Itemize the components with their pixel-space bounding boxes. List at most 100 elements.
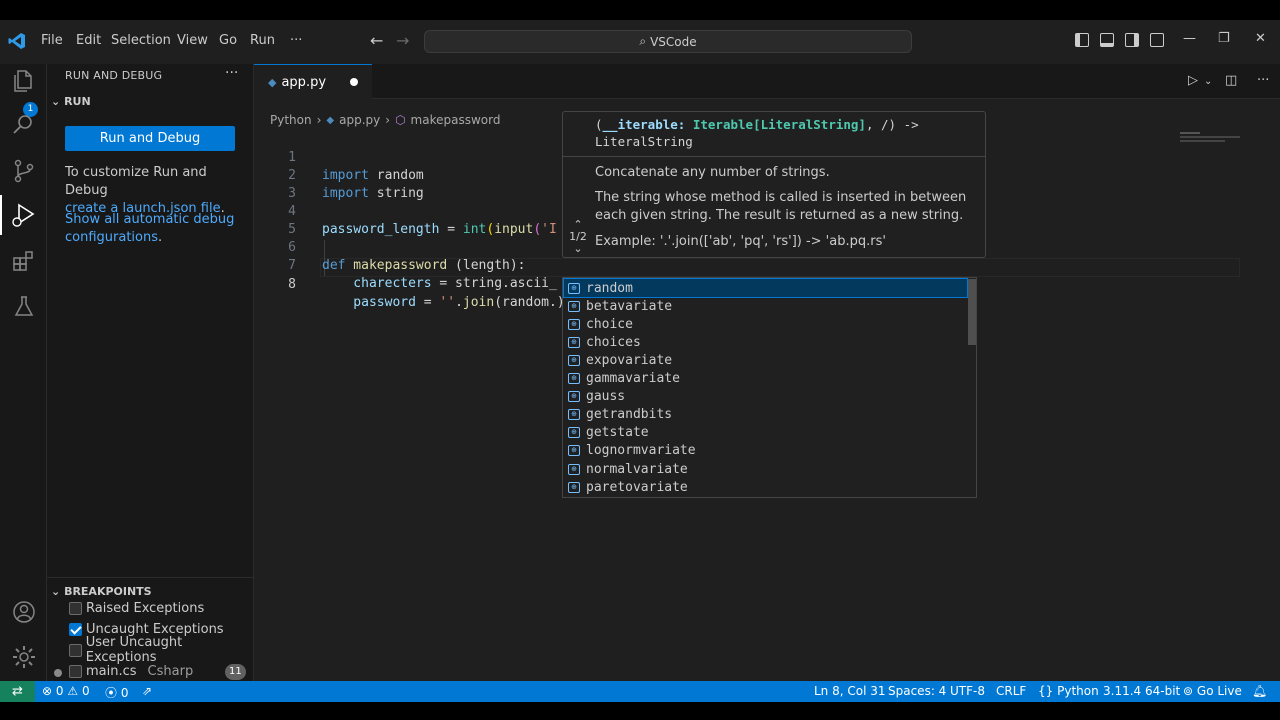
breakpoints-header[interactable]: ⌄ BREAKPOINTS (51, 585, 152, 598)
run-and-debug-button[interactable]: Run and Debug (65, 126, 235, 151)
auto-debug-suffix: . (158, 230, 163, 245)
breakpoint-raised-exceptions[interactable]: Raised Exceptions (69, 598, 204, 618)
variable-symbol-icon: ⊕ (568, 300, 580, 312)
breadcrumb-makepassword[interactable]: makepassword (411, 113, 501, 127)
suggestion-item[interactable]: ⊕ normalvariate (564, 460, 967, 478)
command-center-search[interactable]: ⌕ VSCode (424, 30, 912, 53)
end-of-line[interactable]: CRLF (996, 684, 1026, 698)
title-bar: File Edit Selection View Go Run ··· ← → … (0, 20, 1280, 64)
extensions-icon[interactable] (11, 248, 37, 274)
more-actions-button[interactable]: ··· (225, 65, 238, 81)
minimize-button[interactable]: — (1183, 31, 1196, 46)
menu-go[interactable]: Go (219, 33, 237, 48)
source-control-icon[interactable] (11, 158, 37, 184)
python-file-icon: ◆ (268, 75, 277, 89)
suggestion-item[interactable]: ⊕ expovariate (564, 351, 967, 369)
error-count: 0 (55, 684, 64, 698)
testing-flask-icon[interactable] (11, 294, 37, 320)
code-token: (random.) (494, 295, 565, 310)
raised-exceptions-checkbox[interactable] (69, 601, 82, 615)
minimap[interactable] (1180, 136, 1240, 138)
menu-selection[interactable]: Selection (111, 33, 171, 48)
explorer-files-icon[interactable] (11, 68, 37, 94)
suggestion-item[interactable]: ⊕ choice (564, 315, 967, 333)
variable-symbol-icon: ⊕ (568, 445, 580, 457)
breakpoint-dot-icon[interactable] (54, 669, 62, 677)
suggestion-item[interactable]: ⊕ getrandbits (564, 406, 967, 424)
suggestion-item[interactable]: ⊕ gauss (564, 388, 967, 406)
menu-file[interactable]: File (41, 33, 63, 48)
suggestion-item[interactable]: ⊕ random (563, 278, 968, 298)
breakpoints-label: BREAKPOINTS (64, 585, 152, 598)
toggle-panel-icon[interactable] (1100, 33, 1114, 47)
uncaught-exceptions-checkbox[interactable] (69, 622, 82, 636)
close-button[interactable]: ✕ (1255, 31, 1266, 46)
breadcrumb-python[interactable]: Python (270, 113, 312, 127)
suggestion-item[interactable]: ⊕ gammavariate (564, 370, 967, 388)
run-python-file-icon[interactable]: ▷ (1188, 73, 1198, 88)
breadcrumb-app-py[interactable]: app.py (339, 113, 380, 127)
chevron-down-icon[interactable]: ⌄ (565, 243, 591, 255)
customize-layout-icon[interactable] (1150, 33, 1164, 47)
notifications-bell-icon[interactable]: 🔔︎ (1252, 684, 1267, 698)
breakpoint-user-uncaught-exceptions[interactable]: User Uncaught Exceptions (69, 635, 253, 665)
user-uncaught-exceptions-checkbox[interactable] (69, 643, 82, 657)
run-dropdown-chevron-icon[interactable]: ⌄ (1204, 76, 1212, 87)
toggle-primary-sidebar-icon[interactable] (1075, 33, 1089, 47)
breakpoint-line-badge: 11 (225, 664, 246, 680)
signature: (__iterable: Iterable[LiteralString], /)… (595, 116, 975, 150)
run-section-header[interactable]: ⌄ RUN (51, 95, 91, 108)
indentation[interactable]: Spaces: 4 (888, 684, 946, 698)
main-cs-breakpoint-checkbox[interactable] (69, 664, 82, 678)
go-live-button[interactable]: ⊚ Go Live (1183, 684, 1242, 698)
menu-view[interactable]: View (177, 33, 208, 48)
suggestion-item[interactable]: ⊕ paretovariate (564, 478, 967, 496)
back-arrow-icon[interactable]: ← (370, 31, 383, 50)
variable-symbol-icon: ⊕ (568, 409, 580, 421)
show-automatic-debug-configurations-link[interactable]: Show all automatic debug configurations (65, 212, 234, 245)
menu-edit[interactable]: Edit (76, 33, 101, 48)
suggestion-item[interactable]: ⊕ getstate (564, 424, 967, 442)
warning-count: 0 (81, 684, 90, 698)
language-mode[interactable]: {} Python (1038, 684, 1099, 698)
account-icon[interactable] (11, 599, 37, 625)
problems-indicator[interactable]: ⊗ 0 ⚠ 0 (42, 684, 90, 698)
debug-launch-icon[interactable]: ⇗ (142, 684, 152, 698)
suggestion-scrollbar[interactable] (968, 279, 976, 345)
menu-run[interactable]: Run (250, 33, 275, 48)
suggestion-label: choices (586, 334, 641, 350)
split-editor-icon[interactable]: ◫ (1225, 73, 1237, 88)
toggle-secondary-sidebar-icon[interactable] (1125, 33, 1139, 47)
run-and-debug-icon[interactable] (11, 202, 37, 228)
forward-arrow-icon[interactable]: → (396, 31, 409, 50)
python-interpreter[interactable]: 3.11.4 64-bit (1103, 684, 1180, 698)
suggestion-label: random (586, 280, 633, 296)
suggestion-item[interactable]: ⊕ betavariate (564, 297, 967, 315)
code-token: '' (439, 295, 456, 310)
code-token: = (415, 295, 440, 310)
doc-example: Example: '.'.join(['ab', 'pq', 'rs']) ->… (595, 234, 886, 249)
tab-app-py[interactable]: ◆ app.py (254, 64, 372, 99)
settings-gear-icon[interactable] (11, 644, 37, 670)
breakpoint-file-main-cs[interactable]: main.cs Csharp (69, 661, 193, 681)
status-bar: ⇄ ⊗ 0 ⚠ 0 ⦿ 0 ⇗ Ln 8, Col 31 Spaces: 4 U… (0, 681, 1280, 702)
code-line-8[interactable]: 8 password = ''.join(random.) (254, 258, 854, 310)
suggestion-label: choice (586, 316, 633, 332)
suggestion-item[interactable]: ⊕ choices (564, 333, 967, 351)
minimap[interactable] (1180, 132, 1200, 134)
ports-indicator[interactable]: ⦿ 0 (105, 684, 128, 701)
search-icon[interactable] (11, 112, 37, 138)
variable-symbol-icon: ⊕ (568, 336, 580, 348)
cursor-position[interactable]: Ln 8, Col 31 (814, 684, 886, 698)
encoding[interactable]: UTF-8 (950, 684, 985, 698)
chevron-down-icon: ⌄ (51, 95, 61, 108)
remote-indicator-icon[interactable]: ⇄ (0, 681, 35, 702)
unsaved-dot-icon[interactable] (350, 78, 358, 86)
menu-more[interactable]: ··· (290, 33, 302, 48)
run-section-label: RUN (64, 95, 91, 108)
sig-token: Iterable[LiteralString] (692, 117, 866, 132)
restore-button[interactable]: ❐ (1218, 31, 1230, 46)
minimap[interactable] (1180, 140, 1225, 142)
suggestion-item[interactable]: ⊕ lognormvariate (564, 442, 967, 460)
editor-more-actions-icon[interactable]: ··· (1257, 73, 1269, 88)
